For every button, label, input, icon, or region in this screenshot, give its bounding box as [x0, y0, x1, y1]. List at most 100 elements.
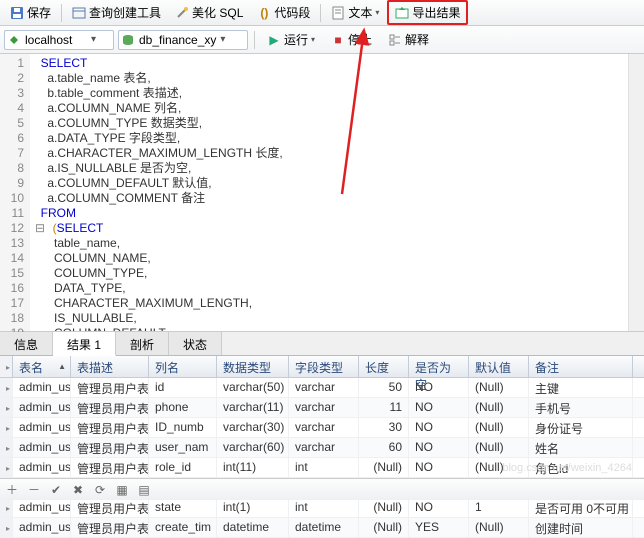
cell[interactable]: 管理员用户表 — [71, 518, 149, 537]
cell[interactable]: NO — [409, 458, 469, 477]
cell[interactable]: 管理员用户表 — [71, 498, 149, 517]
cell[interactable]: admin_us — [13, 398, 71, 417]
table-row[interactable]: admin_us管理员用户表ID_numbvarchar(30)varchar3… — [0, 418, 644, 438]
vertical-scrollbar[interactable] — [628, 54, 644, 331]
cell[interactable]: 手机号 — [529, 398, 633, 417]
table-row[interactable]: admin_us管理员用户表phonevarchar(11)varchar11N… — [0, 398, 644, 418]
cell[interactable]: create_tim — [149, 518, 217, 537]
cell[interactable]: (Null) — [469, 458, 529, 477]
cell[interactable]: state — [149, 498, 217, 517]
cell[interactable]: phone — [149, 398, 217, 417]
cell[interactable]: 角色id — [529, 458, 633, 477]
cell[interactable]: NO — [409, 398, 469, 417]
col-header[interactable]: 字段类型 — [289, 356, 359, 377]
cell[interactable]: (Null) — [469, 398, 529, 417]
refresh-icon[interactable]: ⟳ — [92, 482, 108, 498]
col-header[interactable]: 表描述 — [71, 356, 149, 377]
cell[interactable]: 身份证号 — [529, 418, 633, 437]
row-handle[interactable] — [0, 398, 13, 417]
cell[interactable]: NO — [409, 438, 469, 457]
host-combo[interactable]: localhost ▾ — [4, 30, 114, 50]
row-handle[interactable] — [0, 418, 13, 437]
table-row[interactable]: admin_us管理员用户表create_timdatetimedatetime… — [0, 518, 644, 538]
cell[interactable]: 11 — [359, 398, 409, 417]
cell[interactable]: admin_us — [13, 458, 71, 477]
cell[interactable]: varchar — [289, 398, 359, 417]
col-header[interactable]: 是否为空 — [409, 356, 469, 377]
cell[interactable]: (Null) — [359, 498, 409, 517]
beautify-button[interactable]: 美化 SQL — [169, 2, 249, 23]
export-button[interactable]: 导出结果 — [387, 0, 468, 25]
row-handle[interactable] — [0, 378, 13, 397]
grid-view-icon[interactable]: ▦ — [114, 482, 130, 498]
cell[interactable]: admin_us — [13, 378, 71, 397]
cell[interactable]: admin_us — [13, 518, 71, 537]
cell[interactable]: 管理员用户表 — [71, 378, 149, 397]
row-handle[interactable] — [0, 518, 13, 537]
cell[interactable]: varchar — [289, 418, 359, 437]
cell[interactable]: datetime — [217, 518, 289, 537]
cell[interactable]: 1 — [469, 498, 529, 517]
tab-3[interactable]: 状态 — [169, 332, 222, 355]
cell[interactable]: role_id — [149, 458, 217, 477]
form-view-icon[interactable]: ▤ — [136, 482, 152, 498]
cell[interactable]: (Null) — [359, 518, 409, 537]
run-button[interactable]: ▶ 运行 ▾ — [261, 29, 321, 50]
tab-2[interactable]: 剖析 — [116, 332, 169, 355]
row-handle[interactable] — [0, 438, 13, 457]
cell[interactable]: varchar — [289, 378, 359, 397]
col-header[interactable]: 长度 — [359, 356, 409, 377]
apply-icon[interactable]: ✔ — [48, 482, 64, 498]
table-row[interactable]: admin_us管理员用户表role_idint(11)int(Null)NO(… — [0, 458, 644, 478]
cell[interactable]: 60 — [359, 438, 409, 457]
cell[interactable]: int — [289, 458, 359, 477]
cell[interactable]: user_nam — [149, 438, 217, 457]
table-row[interactable]: admin_us管理员用户表user_namvarchar(60)varchar… — [0, 438, 644, 458]
cell[interactable]: int(1) — [217, 498, 289, 517]
query-builder-button[interactable]: 查询创建工具 — [66, 2, 167, 23]
cell[interactable]: NO — [409, 418, 469, 437]
row-handle[interactable] — [0, 458, 13, 477]
cell[interactable]: varchar(60) — [217, 438, 289, 457]
cell[interactable]: (Null) — [469, 518, 529, 537]
delete-row-icon[interactable]: － — [26, 482, 42, 498]
code-area[interactable]: SELECT a.table_name 表名, b.table_comment … — [30, 54, 628, 331]
cell[interactable]: ID_numb — [149, 418, 217, 437]
tab-0[interactable]: 信息 — [0, 332, 53, 355]
col-header[interactable]: 列名 — [149, 356, 217, 377]
cell[interactable]: (Null) — [469, 438, 529, 457]
cell[interactable]: 30 — [359, 418, 409, 437]
cell[interactable]: varchar(11) — [217, 398, 289, 417]
cell[interactable]: 50 — [359, 378, 409, 397]
cell[interactable]: 主键 — [529, 378, 633, 397]
cell[interactable]: NO — [409, 498, 469, 517]
row-handle[interactable] — [0, 498, 13, 517]
tab-1[interactable]: 结果 1 — [53, 332, 116, 356]
explain-button[interactable]: 解释 — [382, 29, 435, 50]
cell[interactable]: datetime — [289, 518, 359, 537]
col-header[interactable]: 备注 — [529, 356, 633, 377]
cell[interactable]: 管理员用户表 — [71, 418, 149, 437]
cell[interactable]: 管理员用户表 — [71, 398, 149, 417]
col-header[interactable]: 默认值 — [469, 356, 529, 377]
cell[interactable]: varchar(30) — [217, 418, 289, 437]
col-header[interactable]: 表名 — [13, 356, 71, 377]
cell[interactable]: (Null) — [359, 458, 409, 477]
cell[interactable]: 管理员用户表 — [71, 438, 149, 457]
cell[interactable]: 是否可用 0不可用 1可用 — [529, 498, 633, 517]
cancel-icon[interactable]: ✖ — [70, 482, 86, 498]
cell[interactable]: varchar — [289, 438, 359, 457]
cell[interactable]: (Null) — [469, 418, 529, 437]
cell[interactable]: id — [149, 378, 217, 397]
cell[interactable]: admin_us — [13, 498, 71, 517]
cell[interactable]: 创建时间 — [529, 518, 633, 537]
table-row[interactable]: admin_us管理员用户表idvarchar(50)varchar50NO(N… — [0, 378, 644, 398]
snippet-button[interactable]: () 代码段 — [251, 2, 316, 23]
cell[interactable]: int — [289, 498, 359, 517]
cell[interactable]: admin_us — [13, 418, 71, 437]
col-header[interactable]: 数据类型 — [217, 356, 289, 377]
cell[interactable]: admin_us — [13, 438, 71, 457]
save-button[interactable]: 保存 — [4, 2, 57, 23]
cell[interactable]: 管理员用户表 — [71, 458, 149, 477]
text-button[interactable]: 文本 ▾ — [325, 2, 385, 23]
